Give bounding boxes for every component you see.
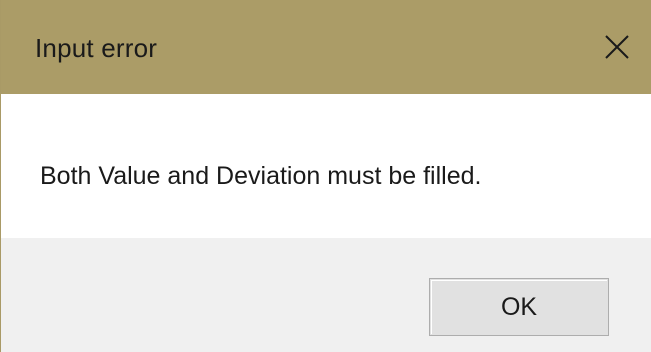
button-bar: OK <box>1 238 651 352</box>
close-icon <box>604 34 630 60</box>
ok-button[interactable]: OK <box>429 278 609 336</box>
error-message: Both Value and Deviation must be filled. <box>40 162 482 190</box>
message-area: Both Value and Deviation must be filled. <box>1 94 651 238</box>
dialog-title: Input error <box>35 33 158 63</box>
title-bar[interactable]: Input error <box>1 0 651 94</box>
input-error-dialog: Input error Both Value and Deviation mus… <box>0 0 651 352</box>
close-button[interactable] <box>582 0 651 94</box>
